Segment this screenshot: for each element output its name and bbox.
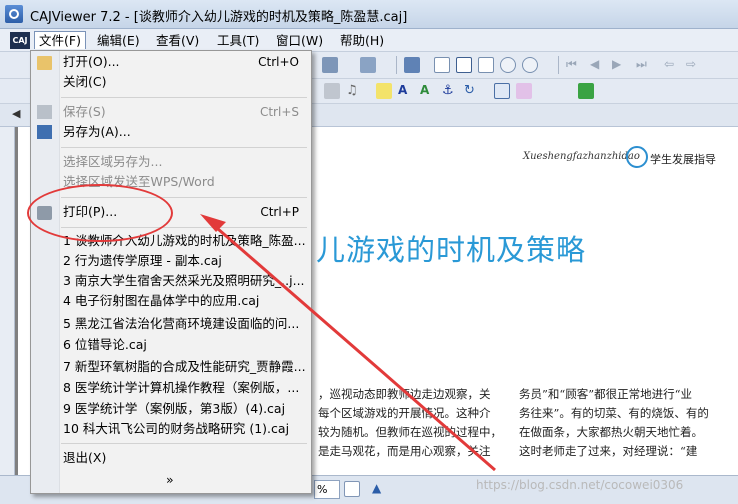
annotation-arrow-head (200, 214, 226, 232)
annotation-arrow-line (209, 220, 496, 472)
annotation-arrow (200, 214, 496, 472)
